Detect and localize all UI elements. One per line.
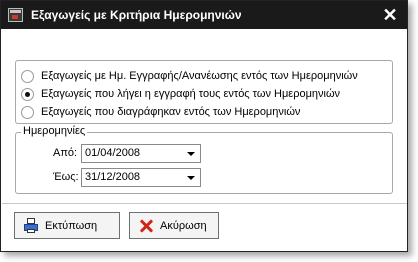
cancel-button-label: Ακύρωση (160, 219, 207, 232)
chevron-down-icon[interactable] (183, 170, 199, 185)
option-registration-renewal[interactable]: Εξαγωγείς με Ημ. Εγγραφής/Ανανέωσης εντό… (21, 68, 358, 84)
from-date-combo[interactable]: 01/04/2008 (81, 144, 201, 163)
radio-registration-renewal[interactable] (21, 69, 34, 83)
chevron-down-icon[interactable] (183, 146, 199, 161)
close-button[interactable]: ✕ (381, 6, 399, 24)
print-button-label: Εκτύπωση (45, 219, 98, 232)
to-label: Έως: (53, 171, 79, 183)
cancel-button[interactable]: Ακύρωση (129, 212, 219, 239)
dates-group (15, 132, 393, 194)
from-date-value: 01/04/2008 (85, 147, 141, 159)
dates-group-label: Ημερομηνίες (21, 125, 88, 137)
dialog-window: Εξαγωγείς με Κριτήρια Ημερομηνιών ✕ Εξαγ… (0, 0, 408, 252)
to-date-value: 31/12/2008 (85, 171, 141, 183)
radio-registration-expiry[interactable] (21, 87, 34, 101)
option-registration-expiry[interactable]: Εξαγωγείς που λήγει η εγγραφή τους εντός… (21, 86, 340, 102)
option-label: Εξαγωγείς που λήγει η εγγραφή τους εντός… (41, 88, 341, 100)
option-label: Εξαγωγείς που διαγράφηκαν εντός των Ημερ… (41, 106, 301, 118)
radio-deleted[interactable] (21, 105, 34, 119)
divider (2, 203, 407, 204)
red-x-icon (138, 218, 154, 234)
print-button[interactable]: Εκτύπωση (14, 212, 120, 239)
option-label: Εξαγωγείς με Ημ. Εγγραφής/Ανανέωσης εντό… (41, 70, 358, 82)
app-window-icon (8, 8, 23, 22)
printer-icon (23, 217, 39, 234)
window-title: Εξαγωγείς με Κριτήρια Ημερομηνιών (31, 8, 242, 22)
option-deleted[interactable]: Εξαγωγείς που διαγράφηκαν εντός των Ημερ… (21, 104, 300, 120)
title-bar[interactable]: Εξαγωγείς με Κριτήρια Ημερομηνιών ✕ (1, 1, 407, 29)
from-label: Από: (53, 147, 78, 159)
to-date-combo[interactable]: 31/12/2008 (81, 168, 201, 187)
